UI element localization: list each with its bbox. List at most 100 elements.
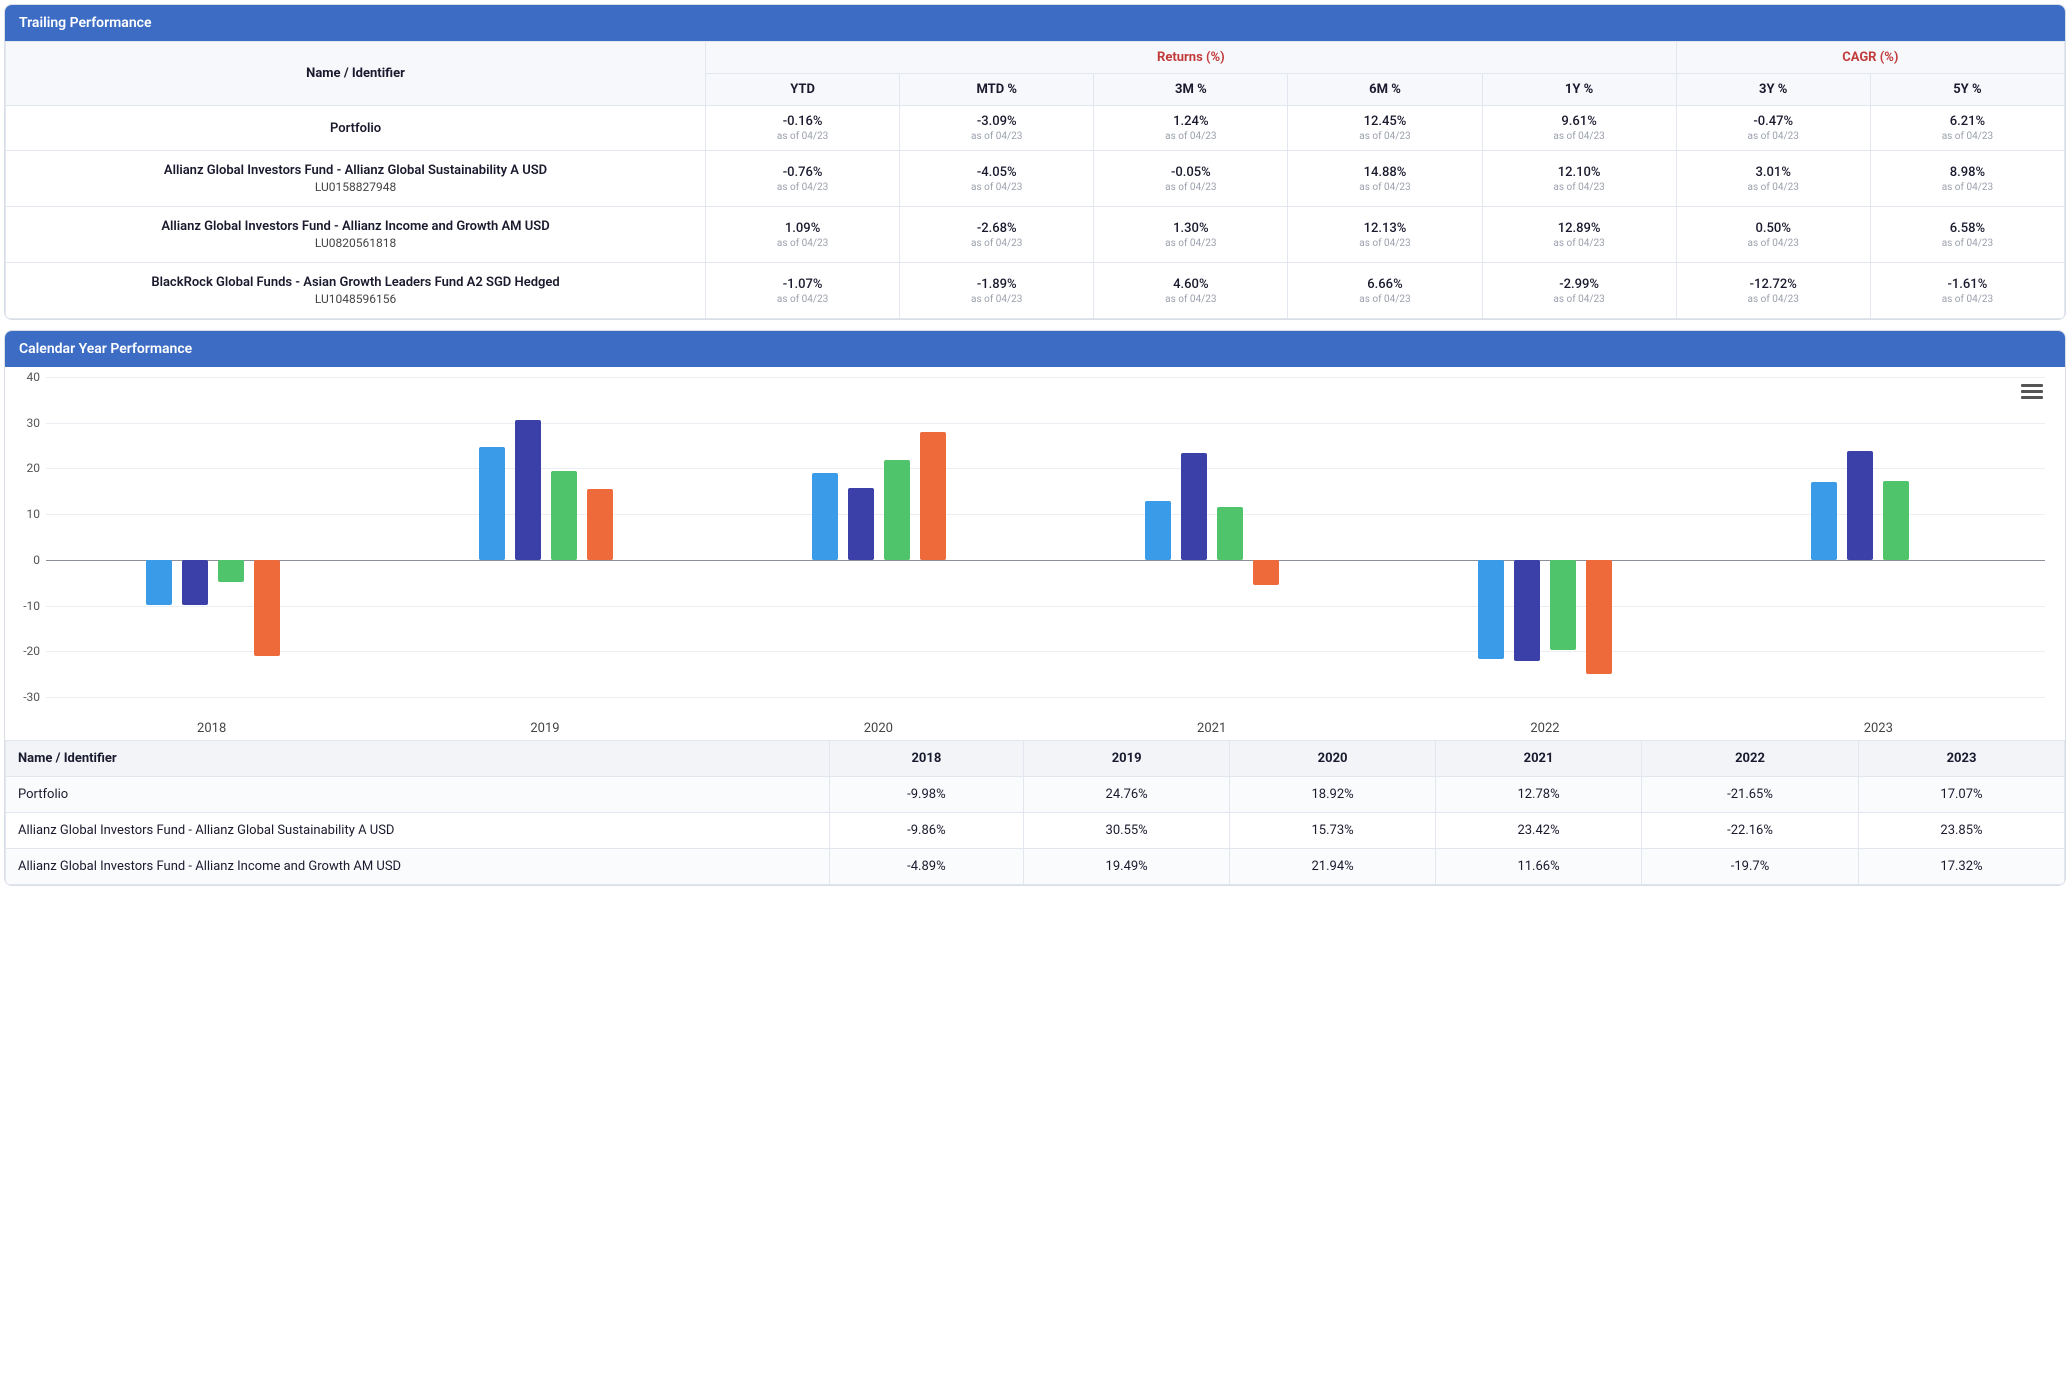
th-mtd-: MTD % xyxy=(900,74,1094,106)
cell-value: -22.16% xyxy=(1642,813,1859,849)
cal-th-year: 2021 xyxy=(1436,741,1642,777)
cell-value: 12.89%as of 04/23 xyxy=(1482,207,1676,263)
bar[interactable] xyxy=(218,377,244,697)
bar-group xyxy=(1046,377,1379,697)
cell-value: 24.76% xyxy=(1024,777,1230,813)
cell-value: -21.65% xyxy=(1642,777,1859,813)
cell-value: 1.09%as of 04/23 xyxy=(706,207,900,263)
cell-value: -0.47%as of 04/23 xyxy=(1676,106,1870,151)
th-3m-: 3M % xyxy=(1094,74,1288,106)
cal-th-name: Name / Identifier xyxy=(6,741,830,777)
cell-value: 12.13%as of 04/23 xyxy=(1288,207,1482,263)
cell-value: 21.94% xyxy=(1230,849,1436,885)
cell-value: 8.98%as of 04/23 xyxy=(1870,151,2064,207)
x-tick-label: 2021 xyxy=(1045,721,1378,736)
cell-value: 6.21%as of 04/23 xyxy=(1870,106,2064,151)
cell-value: 1.30%as of 04/23 xyxy=(1094,207,1288,263)
cell-value: 6.66%as of 04/23 xyxy=(1288,263,1482,319)
cal-th-year: 2020 xyxy=(1230,741,1436,777)
calendar-year-panel: Calendar Year Performance -30-20-1001020… xyxy=(4,330,2066,886)
bar[interactable] xyxy=(1145,377,1171,697)
bar[interactable] xyxy=(587,377,613,697)
bar[interactable] xyxy=(848,377,874,697)
cell-value: 4.60%as of 04/23 xyxy=(1094,263,1288,319)
bar[interactable] xyxy=(1253,377,1279,697)
bar[interactable] xyxy=(479,377,505,697)
bar[interactable] xyxy=(1217,377,1243,697)
cell-value: -1.89%as of 04/23 xyxy=(900,263,1094,319)
y-tick-label: 0 xyxy=(12,553,40,567)
bar[interactable] xyxy=(884,377,910,697)
cell-value: 18.92% xyxy=(1230,777,1436,813)
cell-value: 12.45%as of 04/23 xyxy=(1288,106,1482,151)
y-tick-label: 10 xyxy=(12,507,40,521)
bar[interactable] xyxy=(1478,377,1504,697)
bar[interactable] xyxy=(254,377,280,697)
bar[interactable] xyxy=(515,377,541,697)
bar[interactable] xyxy=(812,377,838,697)
row-name: Portfolio xyxy=(6,106,706,151)
cell-value: 23.85% xyxy=(1858,813,2064,849)
calendar-chart: -30-20-10010203040 201820192020202120222… xyxy=(5,367,2065,740)
cell-value: 15.73% xyxy=(1230,813,1436,849)
bar[interactable] xyxy=(1883,377,1909,697)
x-tick-label: 2020 xyxy=(712,721,1045,736)
bar[interactable] xyxy=(1919,377,1945,697)
bar[interactable] xyxy=(1181,377,1207,697)
table-row: Portfolio-0.16%as of 04/23-3.09%as of 04… xyxy=(6,106,2065,151)
y-tick-label: 30 xyxy=(12,416,40,430)
row-name: Allianz Global Investors Fund - Allianz … xyxy=(6,207,706,263)
bar-group xyxy=(1712,377,2045,697)
cell-value: 14.88%as of 04/23 xyxy=(1288,151,1482,207)
th-name-identifier: Name / Identifier xyxy=(6,42,706,106)
cell-value: -4.05%as of 04/23 xyxy=(900,151,1094,207)
cell-value: 17.32% xyxy=(1858,849,2064,885)
th-1y-: 1Y % xyxy=(1482,74,1676,106)
bar-group xyxy=(712,377,1045,697)
calendar-year-table: Name / Identifier 2018201920202021202220… xyxy=(5,740,2065,885)
cell-value: 6.58%as of 04/23 xyxy=(1870,207,2064,263)
row-name: BlackRock Global Funds - Asian Growth Le… xyxy=(6,263,706,319)
cal-th-year: 2019 xyxy=(1024,741,1230,777)
table-row: Allianz Global Investors Fund - Allianz … xyxy=(6,151,2065,207)
cell-value: -0.76%as of 04/23 xyxy=(706,151,900,207)
bar[interactable] xyxy=(920,377,946,697)
bar[interactable] xyxy=(1847,377,1873,697)
bar[interactable] xyxy=(146,377,172,697)
cal-th-year: 2018 xyxy=(829,741,1024,777)
cell-value: -2.68%as of 04/23 xyxy=(900,207,1094,263)
cell-value: -0.05%as of 04/23 xyxy=(1094,151,1288,207)
cell-value: -3.09%as of 04/23 xyxy=(900,106,1094,151)
table-row: Portfolio-9.98%24.76%18.92%12.78%-21.65%… xyxy=(6,777,2065,813)
cell-value: 19.49% xyxy=(1024,849,1230,885)
cell-value: -4.89% xyxy=(829,849,1024,885)
bar[interactable] xyxy=(182,377,208,697)
cell-value: 11.66% xyxy=(1436,849,1642,885)
bar[interactable] xyxy=(551,377,577,697)
th-ytd: YTD xyxy=(706,74,900,106)
row-name: Allianz Global Investors Fund - Allianz … xyxy=(6,151,706,207)
y-tick-label: -20 xyxy=(12,644,40,658)
cal-row-name: Allianz Global Investors Fund - Allianz … xyxy=(6,813,830,849)
x-tick-label: 2018 xyxy=(45,721,378,736)
cell-value: 12.78% xyxy=(1436,777,1642,813)
y-tick-label: 40 xyxy=(12,370,40,384)
calendar-year-title: Calendar Year Performance xyxy=(5,331,2065,367)
cell-value: -9.86% xyxy=(829,813,1024,849)
th-group-cagr: CAGR (%) xyxy=(1676,42,2064,74)
bar[interactable] xyxy=(1586,377,1612,697)
cell-value: 1.24%as of 04/23 xyxy=(1094,106,1288,151)
cell-value: -0.16%as of 04/23 xyxy=(706,106,900,151)
table-row: Allianz Global Investors Fund - Allianz … xyxy=(6,849,2065,885)
bar[interactable] xyxy=(1550,377,1576,697)
bar[interactable] xyxy=(1811,377,1837,697)
bar-group xyxy=(379,377,712,697)
cell-value: 23.42% xyxy=(1436,813,1642,849)
table-row: BlackRock Global Funds - Asian Growth Le… xyxy=(6,263,2065,319)
y-tick-label: 20 xyxy=(12,461,40,475)
table-row: Allianz Global Investors Fund - Allianz … xyxy=(6,813,2065,849)
bar[interactable] xyxy=(1514,377,1540,697)
cal-th-year: 2023 xyxy=(1858,741,2064,777)
cell-value: 30.55% xyxy=(1024,813,1230,849)
bar-group xyxy=(1379,377,1712,697)
